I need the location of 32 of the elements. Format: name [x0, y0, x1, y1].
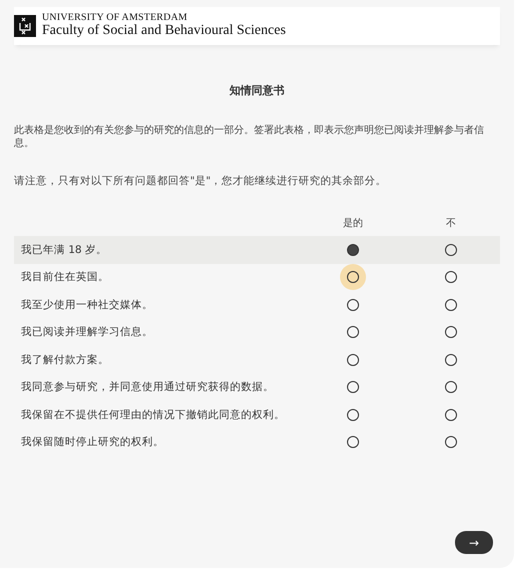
question-text: 我同意参与研究，并同意使用通过研究获得的数据。: [20, 380, 275, 394]
radio-button[interactable]: [445, 326, 457, 338]
radio-button[interactable]: [347, 244, 359, 256]
radio-button[interactable]: [347, 436, 359, 448]
question-text: 我目前住在英国。: [20, 270, 110, 284]
note-text: 请注意，只有对以下所有问题都回答"是"，您才能继续进行研究的其余部分。: [14, 174, 388, 188]
next-button[interactable]: →: [455, 531, 493, 554]
radio-button[interactable]: [445, 354, 457, 366]
radio-button[interactable]: [347, 326, 359, 338]
radio-button[interactable]: [445, 271, 457, 284]
radio-button[interactable]: [347, 271, 359, 284]
radio-button[interactable]: [347, 298, 359, 311]
radio-button[interactable]: [347, 408, 359, 421]
column-header: 不: [446, 217, 456, 231]
intro-text: 此表格是您收到的有关您参与的研究的信息的一部分。签署此表格，即表示您声明您已阅读并理解参与者信息。: [14, 124, 485, 150]
form-title: 知情同意书: [228, 83, 286, 98]
column-header: 是的: [343, 217, 363, 231]
question-text: 我保留随时停止研究的权利。: [20, 435, 165, 450]
radio-button[interactable]: [347, 381, 359, 394]
university-name: UNIVERSITY OF AMSTERDAM: [42, 13, 188, 24]
radio-button[interactable]: [347, 354, 359, 366]
radio-button[interactable]: [445, 381, 457, 394]
radio-button[interactable]: [445, 408, 457, 421]
radio-button[interactable]: [445, 244, 457, 256]
question-text: 我已阅读并理解学习信息。: [20, 325, 154, 340]
faculty-name: Faculty of Social and Behavioural Sciences: [42, 24, 286, 39]
radio-button[interactable]: [445, 298, 457, 311]
question-text: 我已年满 18 岁。: [20, 242, 108, 257]
question-text: 我保留在不提供任何理由的情况下撤销此同意的权利。: [20, 408, 286, 422]
question-text: 我了解付款方案。: [20, 352, 110, 367]
question-text: 我至少使用一种社交媒体。: [20, 298, 154, 312]
radio-button[interactable]: [445, 436, 457, 448]
